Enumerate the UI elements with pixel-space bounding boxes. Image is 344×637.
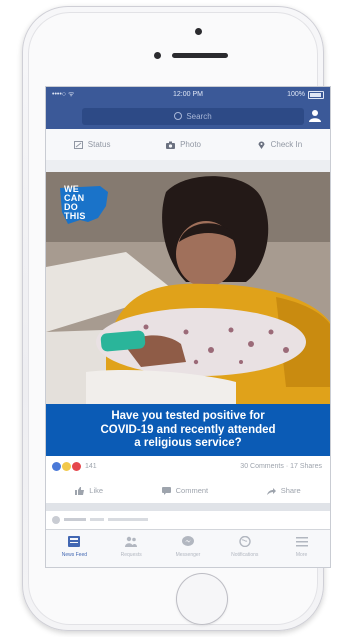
battery-percent: 100% <box>287 91 305 98</box>
app-screen: ••••○ ᯤ 12:00 PM 100% Search Status Phot… <box>45 86 331 568</box>
reactions-summary[interactable]: 141 30 Comments · 17 Shares <box>46 456 330 479</box>
share-label: Share <box>280 486 301 495</box>
bottom-tab-bar: News Feed Requests Messenger Notificatio… <box>46 529 330 567</box>
globe-icon <box>239 535 251 548</box>
tab-requests[interactable]: Requests <box>106 530 156 558</box>
checkin-button[interactable]: Check In <box>257 140 303 149</box>
composer-bar: Status Photo Check In <box>46 129 330 161</box>
like-label: Like <box>89 486 104 495</box>
battery-indicator: 100% <box>287 87 324 103</box>
share-button[interactable]: Share <box>266 486 301 495</box>
location-pin-icon <box>258 141 265 149</box>
friend-requests-icon[interactable] <box>308 109 322 123</box>
earpiece-speaker <box>172 53 228 58</box>
search-icon <box>174 112 183 120</box>
checkin-label: Check In <box>270 140 303 149</box>
search-input[interactable]: Search <box>82 108 304 125</box>
proximity-sensor <box>154 52 161 59</box>
feed-separator <box>46 503 330 511</box>
post-photo[interactable]: WE CAN DO THIS <box>46 172 330 404</box>
logo-line-4: THIS <box>64 211 86 221</box>
friends-icon <box>125 536 138 547</box>
tab-label-news-feed: News Feed <box>61 552 88 558</box>
tab-label-requests: Requests <box>120 552 142 558</box>
caption-line-3: a religious service? <box>134 437 242 449</box>
reaction-count: 141 <box>85 463 97 470</box>
photo-button[interactable]: Photo <box>166 140 201 149</box>
news-feed-icon <box>68 536 81 547</box>
camera-icon <box>166 141 176 149</box>
tab-label-notifications: Notifications <box>231 552 259 558</box>
post-header-strip <box>46 160 330 172</box>
tab-more[interactable]: More <box>277 530 327 558</box>
battery-icon <box>308 91 324 99</box>
status-label: Status <box>87 140 111 149</box>
like-reaction-icon <box>52 462 61 471</box>
top-navbar: Search <box>46 103 330 129</box>
comment-button[interactable]: Comment <box>161 486 209 495</box>
tab-notifications[interactable]: Notifications <box>220 530 270 558</box>
thumbs-up-icon <box>75 486 85 495</box>
post-caption[interactable]: Have you tested positive for COVID-19 an… <box>46 404 330 456</box>
pencil-icon <box>73 140 83 149</box>
like-button[interactable]: Like <box>75 486 103 495</box>
photo-label: Photo <box>180 140 201 149</box>
we-can-do-this-logo: WE CAN DO THIS <box>58 182 110 228</box>
comment-label: Comment <box>175 486 209 495</box>
front-camera <box>195 28 202 35</box>
comment-icon <box>161 486 171 495</box>
love-reaction-icon <box>72 462 81 471</box>
tab-label-more: More <box>295 552 308 558</box>
next-post-preview[interactable] <box>46 511 330 529</box>
comments-shares-count[interactable]: 30 Comments · 17 Shares <box>240 463 322 470</box>
menu-icon <box>295 537 308 547</box>
tab-news-feed[interactable]: News Feed <box>49 530 99 558</box>
home-button[interactable] <box>176 573 228 625</box>
tab-label-messenger: Messenger <box>175 552 201 558</box>
next-post-placeholder <box>52 516 148 524</box>
status-button[interactable]: Status <box>73 140 111 149</box>
search-placeholder: Search <box>186 112 212 121</box>
messenger-icon <box>181 536 194 546</box>
post-actions: Like Comment Share <box>46 478 330 503</box>
tab-messenger[interactable]: Messenger <box>163 530 213 558</box>
share-arrow-icon <box>266 487 276 495</box>
reaction-icons: 141 <box>52 462 97 471</box>
status-bar: ••••○ ᯤ 12:00 PM 100% <box>46 87 330 103</box>
caption-line-2: COVID-19 and recently attended <box>100 423 276 436</box>
caption-line-1: Have you tested positive for <box>111 410 265 422</box>
wow-reaction-icon <box>62 462 71 471</box>
